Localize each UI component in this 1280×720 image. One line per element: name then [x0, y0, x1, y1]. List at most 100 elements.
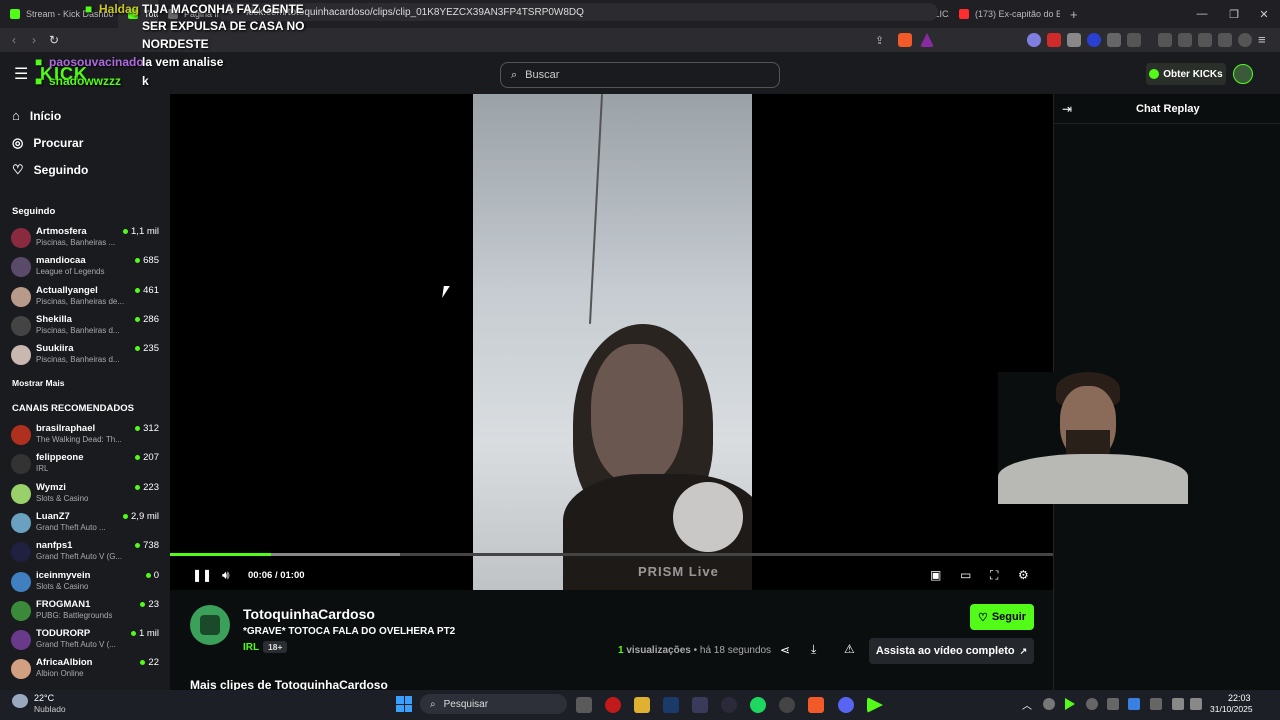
channel-avatar [11, 345, 31, 366]
extension-icon[interactable] [1087, 33, 1101, 47]
app-icon[interactable] [692, 697, 708, 713]
watch-full-video-button[interactable]: Assista ao vídeo completo ↗ [869, 638, 1034, 664]
pause-button[interactable]: ❚❚ [192, 568, 212, 582]
tray-icon[interactable] [1086, 698, 1098, 710]
sidebar-icon[interactable] [1178, 33, 1192, 47]
music-icon[interactable] [1158, 33, 1172, 47]
report-icon[interactable]: ⚠ [844, 642, 855, 656]
viewer-count: 738 [135, 540, 159, 551]
show-more-link[interactable]: Mostrar Mais [12, 378, 64, 388]
reload-icon[interactable]: ↻ [44, 33, 64, 47]
clip-title: *GRAVE* TOTOCA FALA DO OVELHERA PT2 [243, 626, 456, 637]
discord-icon[interactable] [838, 697, 854, 713]
sidebar-channel[interactable]: TODURORP Grand Theft Auto V (... 1 mil [11, 628, 161, 654]
volume-icon[interactable]: 🔊︎ [222, 568, 230, 583]
settings-icon[interactable]: ⚙ [1018, 568, 1029, 582]
sidebar-channel[interactable]: LuanZ7 Grand Theft Auto ... 2,9 mil [11, 511, 161, 537]
extension-icon[interactable] [1067, 33, 1081, 47]
bluetooth-icon[interactable] [1128, 698, 1140, 710]
browser-tab[interactable]: (173) Ex-capitão do B [949, 0, 1060, 28]
weather-condition[interactable]: Nublado [34, 704, 66, 714]
hamburger-menu-icon[interactable]: ☰ [14, 64, 28, 84]
channel-avatar [11, 315, 31, 336]
spotify-icon[interactable] [750, 697, 766, 713]
viewer-count-value: 2,9 mil [131, 510, 159, 522]
extension-icon[interactable] [1027, 33, 1041, 47]
opera-icon[interactable] [605, 697, 621, 713]
brave-shields-icon[interactable] [898, 33, 912, 47]
follow-button[interactable]: ♡ Seguir [970, 604, 1034, 630]
taskbar-search[interactable]: ⌕ Pesquisar [420, 694, 567, 714]
sidebar-channel[interactable]: Suukiira Piscinas, Banheiras d... 235 [11, 343, 161, 369]
network-icon[interactable] [1172, 698, 1184, 710]
viewer-count: 235 [135, 343, 159, 354]
tray-icon[interactable] [1107, 698, 1119, 710]
heart-icon: ♡ [977, 611, 988, 624]
sidebar-channel[interactable]: Wymzi Slots & Casino 223 [11, 482, 161, 508]
file-explorer-icon[interactable] [634, 697, 650, 713]
start-button[interactable] [396, 696, 412, 712]
extension-icon[interactable] [1047, 33, 1061, 47]
overlay-msg-3: k [142, 74, 149, 88]
close-window-button[interactable]: ✕ [1248, 0, 1280, 28]
sidebar-channel[interactable]: nanfps1 Grand Theft Auto V (G... 738 [11, 540, 161, 566]
url-bar[interactable]: ⚙ kick.com/totoquinhacardoso/clips/clip_… [218, 3, 938, 21]
sidebar-channel[interactable]: FROGMAN1 PUBG: Battlegrounds 23 [11, 599, 161, 625]
fullscreen-icon[interactable]: ⛶ [990, 568, 998, 583]
app-icon[interactable] [721, 697, 737, 713]
temperature[interactable]: 22°C [34, 693, 54, 703]
screenshot-icon[interactable] [1127, 33, 1141, 47]
app-icon[interactable] [779, 697, 795, 713]
microphone-icon[interactable] [1150, 698, 1162, 710]
tab-favicon-icon [10, 9, 20, 19]
back-icon[interactable]: ‹ [4, 33, 24, 47]
steam-icon[interactable] [663, 697, 679, 713]
minimize-button[interactable]: — [1186, 0, 1218, 28]
leo-ai-icon[interactable] [1218, 33, 1232, 47]
sidebar-channel[interactable]: brasilraphael The Walking Dead: Th... 312 [11, 423, 161, 449]
progress-bar[interactable] [170, 553, 1053, 556]
sidebar-channel[interactable]: Actuallyangel Piscinas, Banheiras de... 46… [11, 285, 161, 311]
vpn-icon[interactable] [1238, 33, 1252, 47]
task-view-icon[interactable] [576, 697, 592, 713]
clock-date[interactable]: 31/10/2025 [1210, 704, 1253, 714]
time-display: 00:06 / 01:00 [248, 570, 305, 581]
sidebar-channel[interactable]: Artmosfera Piscinas, Banheiras ... 1,1 mil [11, 226, 161, 252]
sidebar-nav-home[interactable]: ⌂ Início [12, 108, 61, 123]
sidebar-nav-heart[interactable]: ♡ Seguindo [12, 162, 88, 178]
sidebar-channel[interactable]: Shekilla Piscinas, Banheiras d... 286 [11, 314, 161, 340]
picture-in-picture-icon[interactable]: ▣ [930, 568, 941, 582]
user-avatar[interactable] [1233, 64, 1253, 84]
share-icon[interactable]: ⋖ [780, 643, 790, 657]
theater-mode-icon[interactable]: ▭ [960, 568, 971, 582]
download-icon[interactable]: ⤓ [811, 642, 816, 657]
sidebar-channel[interactable]: AfricaAlbion Albion Online 22 [11, 657, 161, 683]
new-tab-button[interactable]: + [1060, 0, 1088, 28]
tray-icon[interactable] [1043, 698, 1055, 710]
tray-chevron-icon[interactable]: ︿ [1022, 697, 1032, 712]
channel-avatar [11, 542, 31, 563]
wallet-icon[interactable] [1198, 33, 1212, 47]
clock-time[interactable]: 22:03 [1228, 693, 1251, 703]
channel-name[interactable]: TotoquinhaCardoso [243, 606, 375, 622]
maximize-button[interactable]: ❐ [1218, 0, 1250, 28]
weather-icon[interactable] [12, 694, 28, 708]
forward-icon[interactable]: › [24, 33, 44, 47]
search-input[interactable]: ⌕ Buscar [500, 62, 780, 88]
volume-tray-icon[interactable] [1190, 698, 1202, 710]
person-face [591, 344, 683, 484]
share-page-icon[interactable]: ⇪ [875, 34, 884, 47]
sidebar-channel[interactable]: iceinmyvein Slots & Casino 0 [11, 570, 161, 596]
get-kicks-button[interactable]: Obter KICKs [1146, 63, 1226, 85]
sidebar-channel[interactable]: felippeone IRL 207 [11, 452, 161, 478]
brave-icon[interactable] [808, 697, 824, 713]
video-player[interactable]: PRISM Live ❚❚ 🔊︎ 00:06 / 01:00 ▣ ▭ ⛶ ⚙ [170, 94, 1053, 590]
puzzle-icon[interactable] [1107, 33, 1121, 47]
viewer-count-value: 312 [143, 423, 159, 434]
category-link[interactable]: IRL [243, 642, 259, 653]
sidebar-nav-browse[interactable]: ◎ Procurar [12, 135, 83, 151]
sidebar-channel[interactable]: mandiocaa League of Legends 685 [11, 255, 161, 281]
collapse-chat-icon[interactable]: ⇥ [1062, 102, 1072, 116]
menu-icon[interactable]: ≡ [1258, 32, 1266, 47]
channel-avatar[interactable] [190, 605, 230, 645]
